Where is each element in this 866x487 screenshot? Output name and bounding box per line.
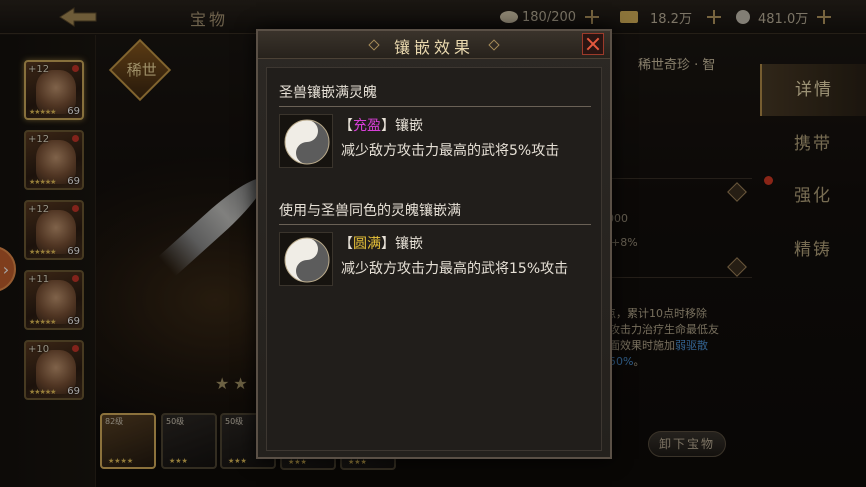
inlay-effect-dialog: 镶嵌效果 圣兽镶嵌满灵魄 【充盈】镶嵌 减少敌方攻击力最高的武将5%攻击 使用与… [256,29,612,459]
effect-state-label: 圆满 [353,236,381,252]
section-divider [279,224,591,225]
bracket-open: 【 [339,236,353,252]
close-button[interactable] [582,33,604,55]
yin-yang-icon [279,232,333,286]
dialog-content: 圣兽镶嵌满灵魄 【充盈】镶嵌 减少敌方攻击力最高的武将5%攻击 使用与圣兽同色的… [266,67,602,451]
yin-yang-icon [279,114,333,168]
effect-header: 【充盈】镶嵌 [339,115,423,135]
section-divider [279,106,591,107]
effect-row: 【圆满】镶嵌 减少敌方攻击力最高的武将15%攻击 [279,232,591,312]
dialog-title: 镶嵌效果 [393,38,474,57]
dialog-header: 镶嵌效果 [258,31,610,59]
effect-description: 减少敌方攻击力最高的武将15%攻击 [341,261,569,277]
effect-action: 镶嵌 [395,118,423,134]
effect-description: 减少敌方攻击力最高的武将5%攻击 [341,143,560,159]
yin-yang-icon [284,119,330,165]
bracket-close: 】 [381,236,395,252]
effect-action: 镶嵌 [395,236,423,252]
effect-row: 【充盈】镶嵌 减少敌方攻击力最高的武将5%攻击 [279,114,591,174]
section-title: 使用与圣兽同色的灵魄镶嵌满 [279,203,461,219]
section-title: 圣兽镶嵌满灵魄 [279,85,377,101]
effect-state-label: 充盈 [353,118,381,134]
effect-header: 【圆满】镶嵌 [339,233,423,253]
yin-yang-icon [284,237,330,283]
bracket-close: 】 [381,118,395,134]
bracket-open: 【 [339,118,353,134]
